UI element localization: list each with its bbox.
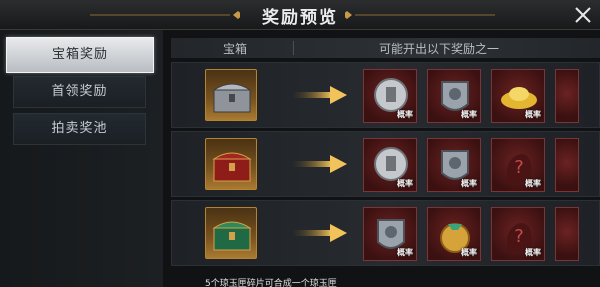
- title-ornament-right-icon: [345, 11, 495, 19]
- svg-text:?: ?: [514, 157, 524, 178]
- mystery-item-icon[interactable]: ? 概率: [491, 138, 545, 192]
- header-chest: 宝箱: [223, 42, 248, 56]
- svg-text:?: ?: [514, 226, 524, 247]
- rewards-panel: 宝箱 可能开出以下奖励之一 概率 概率 概率 概率 概率 ? 概率 概率 概率 …: [163, 30, 600, 287]
- arrow-right-icon: [292, 86, 347, 104]
- gold-ingot-icon[interactable]: 概率: [491, 69, 545, 123]
- tab-auction-pool[interactable]: 拍卖奖池: [13, 113, 146, 145]
- table-header: 宝箱 可能开出以下奖励之一: [171, 38, 600, 58]
- tab-chest-rewards[interactable]: 宝箱奖励: [6, 37, 154, 73]
- tab-boss-rewards[interactable]: 首领奖励: [13, 76, 146, 108]
- mystery-item-icon[interactable]: ? 概率: [491, 207, 545, 261]
- arrow-right-icon: [292, 224, 347, 242]
- partial-item-icon[interactable]: [555, 69, 579, 123]
- arrow-right-icon: [292, 155, 347, 173]
- partial-item-icon[interactable]: [555, 207, 579, 261]
- header-divider: [293, 41, 294, 55]
- table-row: 概率 概率 ? 概率: [171, 200, 600, 266]
- close-icon[interactable]: [570, 2, 596, 28]
- table-row: 概率 概率 概率: [171, 62, 600, 128]
- red-chest-icon[interactable]: [205, 138, 257, 190]
- table-row: 概率 概率 ? 概率: [171, 131, 600, 197]
- footer-note: 5个琼玉匣碎片可合成一个琼玉匣: [205, 279, 337, 287]
- silver-token-icon[interactable]: 概率: [363, 69, 417, 123]
- jade-chest-icon[interactable]: [205, 207, 257, 259]
- sidebar: 宝箱奖励 首领奖励 拍卖奖池: [0, 30, 163, 287]
- title-bar: 奖励预览: [0, 0, 600, 30]
- silver-shield-icon[interactable]: 概率: [427, 69, 481, 123]
- silver-shield-icon[interactable]: 概率: [363, 207, 417, 261]
- silver-shield-icon[interactable]: 概率: [427, 138, 481, 192]
- header-rewards: 可能开出以下奖励之一: [379, 42, 500, 56]
- window-title: 奖励预览: [262, 8, 338, 28]
- gold-pouch-icon[interactable]: 概率: [427, 207, 481, 261]
- partial-item-icon[interactable]: [555, 138, 579, 192]
- silver-token-icon[interactable]: 概率: [363, 138, 417, 192]
- silver-chest-icon[interactable]: [205, 69, 257, 121]
